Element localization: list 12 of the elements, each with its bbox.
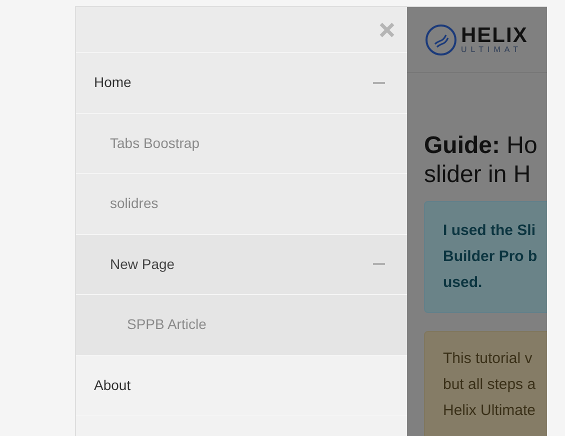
- logo-name: HELIX: [461, 25, 528, 46]
- menu-item[interactable]: Home: [94, 72, 132, 94]
- collapse-icon[interactable]: [373, 82, 385, 84]
- collapse-icon[interactable]: [373, 263, 385, 266]
- logo-icon: [425, 24, 457, 56]
- logo-tagline: ULTIMAT: [461, 46, 524, 54]
- article-heading: Guide: Ho slider in H: [424, 131, 538, 189]
- warning-text: This tutorial v but all steps a Helix Ultimate: [443, 349, 537, 421]
- menu-item[interactable]: New Page: [110, 254, 175, 275]
- menu-item[interactable]: About: [94, 374, 131, 396]
- close-icon[interactable]: [379, 22, 395, 38]
- info-text: I used the Sli Builder Pro b used.: [443, 221, 538, 293]
